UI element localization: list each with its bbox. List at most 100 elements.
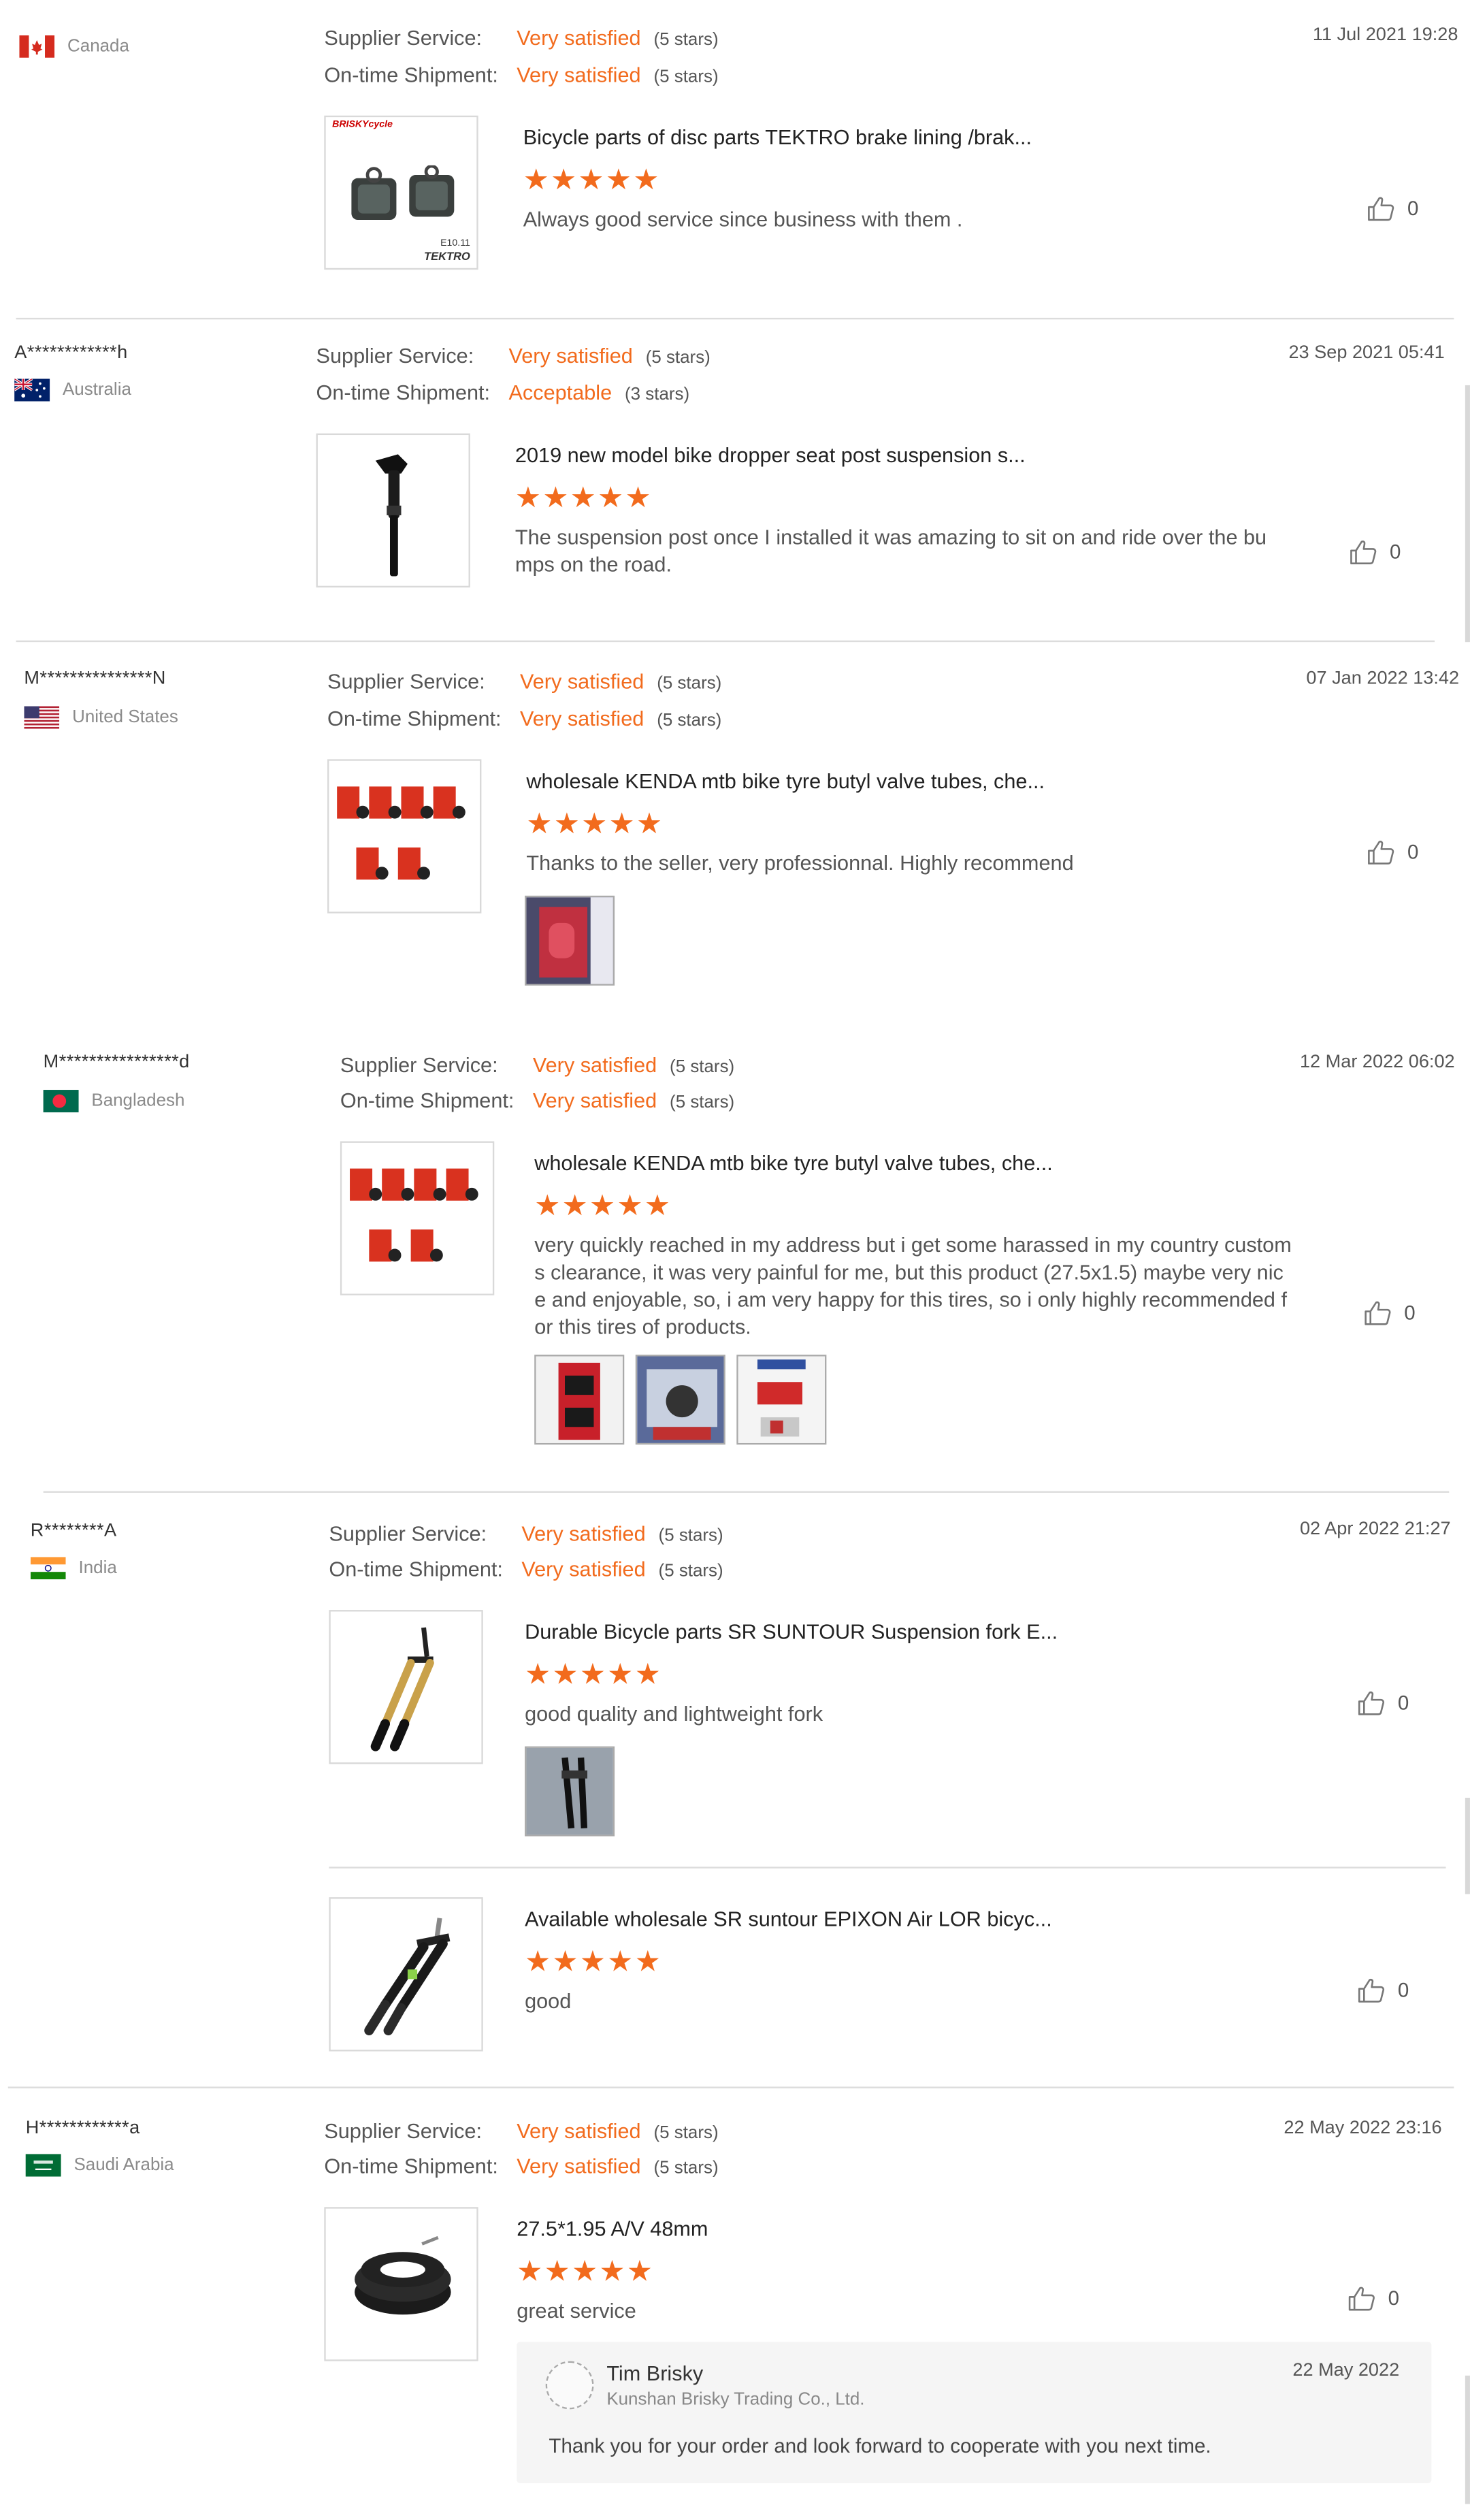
review-text-line: e and enjoyable, so, i am very happy for…	[534, 1287, 1288, 1312]
supplier-service-stars: (5 stars)	[658, 1526, 723, 1546]
review-photo[interactable]	[635, 1355, 725, 1445]
product-rating-stars: ★★★★★	[517, 2255, 655, 2288]
review-date: 11 Jul 2021 19:28	[1312, 25, 1458, 46]
like-button[interactable]: 0	[1364, 1300, 1416, 1326]
review-photo[interactable]	[534, 1355, 625, 1445]
product-thumbnail[interactable]	[316, 433, 470, 588]
like-count: 0	[1407, 841, 1419, 864]
like-button[interactable]: 0	[1348, 2286, 1399, 2312]
ontime-shipment-stars: (5 stars)	[657, 711, 722, 730]
supplier-service-rating: Supplier Service: Very satisfied (5 star…	[329, 1521, 723, 1545]
review-text: great service	[517, 2298, 636, 2323]
review-text: good quality and lightweight fork	[525, 1701, 823, 1726]
like-count: 0	[1397, 1979, 1409, 2002]
scrollbar-track[interactable]	[1465, 2375, 1470, 2504]
product-title[interactable]: wholesale KENDA mtb bike tyre butyl valv…	[534, 1151, 1053, 1175]
inner-tube-image	[355, 2235, 451, 2315]
reply-date: 22 May 2022	[1292, 2361, 1400, 2380]
seller-reply: Tim Brisky Kunshan Brisky Trading Co., L…	[517, 2342, 1432, 2483]
product-rating-stars: ★★★★★	[526, 807, 664, 840]
review-text: Always good service since business with …	[523, 207, 963, 231]
thumb-code: E10.11	[440, 239, 470, 249]
ontime-shipment-value: Very satisfied	[517, 2154, 641, 2178]
review-country: India	[30, 1557, 117, 1580]
ontime-shipment-stars: (5 stars)	[658, 1562, 723, 1581]
review-text: The suspension post once I installed it …	[515, 523, 1269, 578]
ontime-shipment-label: On-time Shipment:	[324, 62, 498, 87]
supplier-service-label: Supplier Service:	[316, 343, 474, 368]
review-text: Thanks to the seller, very professionnal…	[526, 850, 1074, 875]
review-text: very quickly reached in my address but i…	[534, 1231, 1305, 1340]
product-thumbnail[interactable]	[329, 1897, 483, 2052]
like-button[interactable]: 0	[1358, 1690, 1409, 1716]
seller-company: Kunshan Brisky Trading Co., Ltd.	[606, 2390, 865, 2410]
flag-saudi-arabia-icon	[25, 2154, 61, 2177]
product-review: wholesale KENDA mtb bike tyre butyl valv…	[340, 1141, 1470, 1366]
product-title[interactable]: 27.5*1.95 A/V 48mm	[517, 2216, 708, 2240]
country-name: Bangladesh	[91, 1091, 185, 1111]
reviewer-name: A************h	[14, 343, 128, 363]
review-photo[interactable]	[525, 1746, 615, 1837]
product-rating-stars: ★★★★★	[523, 163, 661, 196]
review-item: R********A India Supplier Service: Very …	[0, 1493, 1470, 2086]
supplier-service-stars: (5 stars)	[657, 674, 722, 694]
ontime-shipment-value: Acceptable	[508, 380, 612, 405]
product-thumbnail[interactable]	[340, 1141, 495, 1295]
supplier-service-value: Very satisfied	[521, 1521, 646, 1546]
like-button[interactable]: 0	[1358, 1977, 1409, 2003]
review-country: Saudi Arabia	[25, 2154, 174, 2177]
review-date: 22 May 2022 23:16	[1284, 2118, 1442, 2138]
like-count: 0	[1388, 2287, 1400, 2310]
review-date: 07 Jan 2022 13:42	[1306, 669, 1460, 689]
supplier-service-label: Supplier Service:	[329, 1521, 487, 1546]
review-text: good	[525, 1988, 572, 2013]
supplier-service-label: Supplier Service:	[340, 1052, 498, 1078]
thumbs-up-icon	[1365, 1301, 1391, 1325]
product-thumbnail[interactable]	[324, 2207, 478, 2361]
seller-avatar	[545, 2361, 594, 2410]
ontime-shipment-value: Very satisfied	[517, 62, 641, 87]
reviews-page: Canada Supplier Service: Very satisfied …	[0, 0, 1470, 2520]
supplier-service-value: Very satisfied	[532, 1052, 657, 1078]
like-button[interactable]: 0	[1367, 839, 1418, 865]
review-photos	[525, 895, 626, 986]
product-title[interactable]: Bicycle parts of disc parts TEKTRO brake…	[523, 125, 1032, 149]
supplier-service-label: Supplier Service:	[327, 669, 485, 694]
scrollbar-track[interactable]	[1465, 385, 1470, 643]
supplier-service-rating: Supplier Service: Very satisfied (5 star…	[316, 344, 710, 368]
ontime-shipment-rating: On-time Shipment: Very satisfied (5 star…	[327, 707, 721, 730]
product-thumbnail[interactable]	[327, 759, 482, 914]
suspension-fork-image	[370, 1627, 434, 1751]
supplier-service-stars: (5 stars)	[645, 348, 710, 368]
product-review: wholesale KENDA mtb bike tyre butyl valv…	[327, 759, 1470, 920]
review-country: Canada	[19, 35, 129, 58]
product-rating-stars: ★★★★★	[534, 1189, 672, 1222]
ontime-shipment-rating: On-time Shipment: Very satisfied (5 star…	[324, 63, 718, 86]
review-photo[interactable]	[525, 895, 615, 986]
product-review: BRISKYcycle E10.11 TEKTRO Bicycle parts …	[324, 115, 1470, 276]
seat-post-image	[375, 454, 408, 577]
like-count: 0	[1407, 197, 1419, 221]
like-button[interactable]: 0	[1350, 539, 1401, 565]
country-name: Australia	[62, 380, 131, 400]
scrollbar-track[interactable]	[1465, 1797, 1470, 1894]
like-button[interactable]: 0	[1367, 196, 1418, 222]
review-photo[interactable]	[736, 1355, 827, 1445]
supplier-service-value: Very satisfied	[517, 25, 641, 50]
like-count: 0	[1390, 540, 1401, 564]
review-country: United States	[24, 706, 178, 729]
product-title[interactable]: 2019 new model bike dropper seat post su…	[515, 443, 1026, 467]
ontime-shipment-stars: (3 stars)	[625, 385, 690, 405]
review-country: Australia	[14, 378, 131, 402]
review-text-line: or this tires of products.	[534, 1314, 751, 1339]
flag-australia-icon	[14, 378, 50, 402]
ontime-shipment-value: Very satisfied	[532, 1088, 657, 1113]
thumbs-up-icon	[1350, 540, 1377, 564]
product-title[interactable]: Available wholesale SR suntour EPIXON Ai…	[525, 1907, 1052, 1931]
supplier-service-value: Very satisfied	[508, 343, 633, 368]
product-thumbnail[interactable]	[329, 1610, 483, 1764]
product-thumbnail[interactable]: BRISKYcycle E10.11 TEKTRO	[324, 115, 478, 270]
thumbs-up-icon	[1348, 2287, 1375, 2311]
product-title[interactable]: wholesale KENDA mtb bike tyre butyl valv…	[526, 769, 1045, 792]
product-title[interactable]: Durable Bicycle parts SR SUNTOUR Suspens…	[525, 1619, 1058, 1643]
